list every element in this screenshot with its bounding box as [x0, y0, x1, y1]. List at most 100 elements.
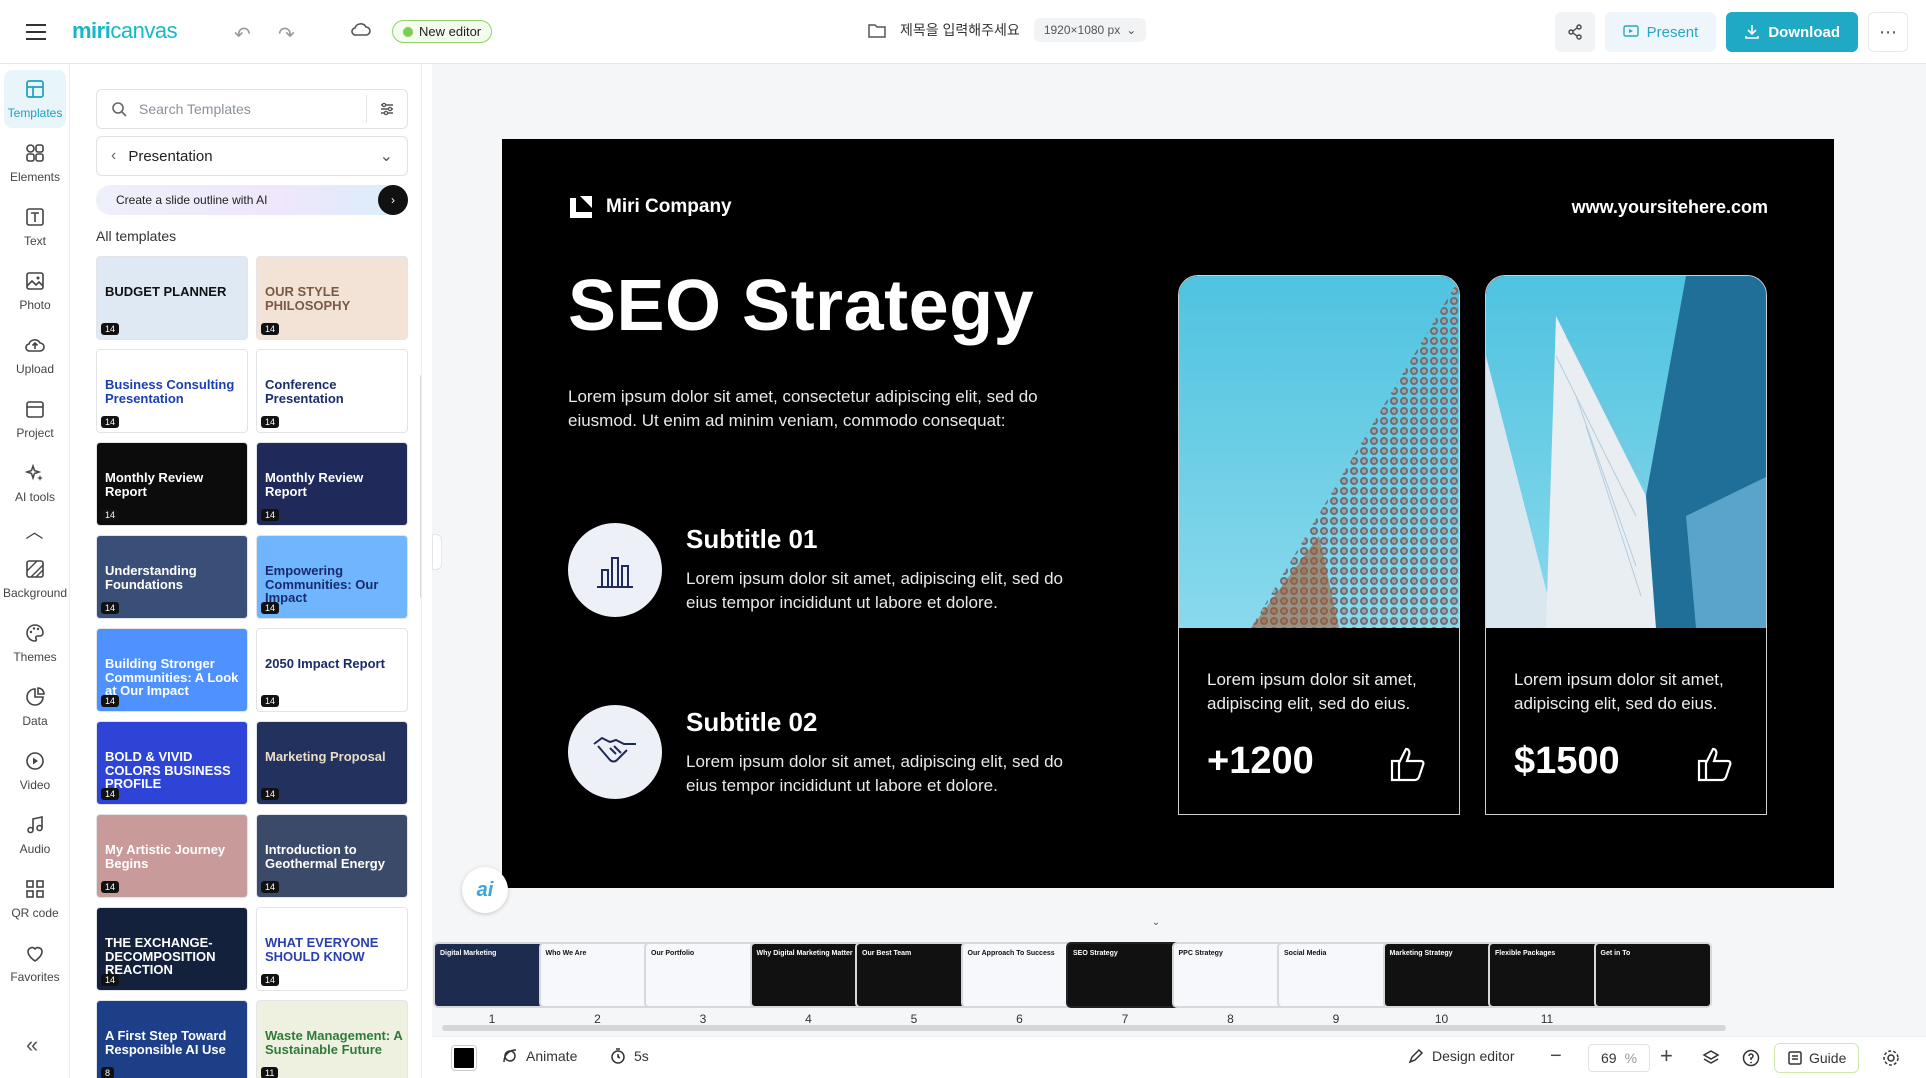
slide-thumbnail[interactable]: Digital Marketing: [433, 942, 551, 1008]
card-1-text[interactable]: Lorem ipsum dolor sit amet, adipiscing e…: [1207, 668, 1437, 716]
panel-scrollbar[interactable]: [420, 374, 421, 599]
settings-icon[interactable]: [1882, 1049, 1900, 1067]
nav-ai-tools[interactable]: AI tools: [4, 454, 66, 512]
building-photo-1[interactable]: [1179, 276, 1459, 628]
card-2-value[interactable]: $1500: [1514, 740, 1620, 783]
share-button[interactable]: [1554, 12, 1595, 52]
slide-thumbnail[interactable]: SEO Strategy: [1066, 942, 1184, 1008]
slide-thumbnail[interactable]: Who We Are: [538, 942, 657, 1008]
collapse-filmstrip-icon[interactable]: ⌄: [1140, 914, 1172, 930]
collapse-sidebar-icon[interactable]: «: [26, 1032, 38, 1058]
subtitle-2[interactable]: Subtitle 02: [686, 707, 817, 738]
help-icon[interactable]: [1742, 1049, 1760, 1067]
slide-thumbnail[interactable]: Why Digital Marketing Matter: [749, 942, 868, 1008]
template-card[interactable]: Marketing Proposal 14: [256, 721, 408, 805]
template-card[interactable]: OUR STYLE PHILOSOPHY 14: [256, 256, 408, 340]
subtitle-1[interactable]: Subtitle 01: [686, 524, 817, 555]
slide-thumbnail[interactable]: Marketing Strategy: [1382, 942, 1501, 1008]
template-card[interactable]: Business Consulting Presentation 14: [96, 349, 248, 433]
nav-qr-code[interactable]: QR code: [4, 870, 66, 928]
template-card[interactable]: Monthly Review Report 14: [96, 442, 248, 526]
template-search[interactable]: Search Templates: [96, 89, 408, 129]
guide-button[interactable]: Guide: [1774, 1043, 1860, 1073]
duration-button[interactable]: 5s: [610, 1048, 649, 1064]
template-card[interactable]: BOLD & VIVID COLORS BUSINESS PROFILE 14: [96, 721, 248, 805]
slide-thumbnail[interactable]: Our Approach To Success: [960, 942, 1079, 1008]
nav-elements[interactable]: Elements: [4, 134, 66, 192]
animate-button[interactable]: Animate: [502, 1048, 577, 1064]
template-card[interactable]: Monthly Review Report 14: [256, 442, 408, 526]
nav-upload[interactable]: Upload: [4, 326, 66, 384]
slide-thumbnail[interactable]: Social Media: [1277, 942, 1395, 1008]
arrow-right-icon[interactable]: ›: [378, 185, 408, 215]
zoom-out-icon[interactable]: −: [1550, 1045, 1562, 1068]
template-card[interactable]: Conference Presentation 14: [256, 349, 408, 433]
menu-icon[interactable]: [24, 20, 48, 44]
category-select[interactable]: ‹ Presentation ⌄: [96, 136, 408, 176]
ai-outline-banner[interactable]: Create a slide outline with AI ›: [96, 185, 408, 215]
template-card[interactable]: My Artistic Journey Begins 14: [96, 814, 248, 898]
collapse-up-icon[interactable]: ︿: [0, 518, 69, 544]
nav-video[interactable]: Video: [4, 742, 66, 800]
nav-background[interactable]: Background: [3, 550, 67, 608]
slide-intro-text[interactable]: Lorem ipsum dolor sit amet, consectetur …: [568, 385, 1068, 433]
nav-themes[interactable]: Themes: [4, 614, 66, 672]
background-color-swatch[interactable]: [452, 1046, 476, 1070]
layers-icon[interactable]: [1702, 1049, 1720, 1067]
slide-title[interactable]: SEO Strategy: [568, 265, 1034, 347]
cloud-save-icon[interactable]: [350, 20, 372, 43]
template-card[interactable]: Introduction to Geothermal Energy 14: [256, 814, 408, 898]
thumbs-up-icon[interactable]: [1696, 746, 1734, 782]
building-photo-2[interactable]: [1486, 276, 1766, 628]
filter-icon[interactable]: [379, 101, 395, 117]
template-card[interactable]: THE EXCHANGE-DECOMPOSITION REACTION 14: [96, 907, 248, 991]
nav-favorites[interactable]: Favorites: [4, 934, 66, 992]
company-logo[interactable]: Miri Company: [568, 194, 732, 220]
redo-icon[interactable]: ↷: [278, 22, 295, 47]
nav-data[interactable]: Data: [4, 678, 66, 736]
slide-canvas[interactable]: Miri Company www.yoursitehere.com SEO St…: [502, 139, 1834, 888]
filmstrip-scrollbar[interactable]: [442, 1025, 1726, 1031]
zoom-input[interactable]: 69 %: [1588, 1044, 1650, 1072]
template-card[interactable]: A First Step Toward Responsible AI Use 8: [96, 1000, 248, 1078]
template-card[interactable]: 2050 Impact Report 14: [256, 628, 408, 712]
present-button[interactable]: Present: [1604, 12, 1717, 52]
new-editor-badge[interactable]: New editor: [392, 20, 493, 43]
slide-thumbnail[interactable]: PPC Strategy: [1171, 942, 1290, 1008]
folder-icon[interactable]: [868, 22, 886, 38]
subtitle-2-text[interactable]: Lorem ipsum dolor sit amet, adipiscing e…: [686, 750, 1086, 798]
undo-icon[interactable]: ↶: [234, 22, 251, 47]
template-card[interactable]: BUDGET PLANNER 14: [96, 256, 248, 340]
template-card[interactable]: WHAT EVERYONE SHOULD KNOW 14: [256, 907, 408, 991]
nav-templates[interactable]: Templates: [4, 70, 66, 128]
template-card[interactable]: Waste Management: A Sustainable Future 11: [256, 1000, 408, 1078]
template-card[interactable]: Building Stronger Communities: A Look at…: [96, 628, 248, 712]
handshake-icon-circle[interactable]: [568, 705, 662, 799]
bar-chart-icon-circle[interactable]: [568, 523, 662, 617]
panel-resize-handle[interactable]: [432, 534, 442, 570]
zoom-in-icon[interactable]: +: [1660, 1043, 1673, 1069]
more-options-button[interactable]: ⋯: [1868, 12, 1908, 52]
canvas-size-select[interactable]: 1920×1080 px ⌄: [1033, 18, 1147, 42]
stat-card-1[interactable]: Lorem ipsum dolor sit amet, adipiscing e…: [1178, 275, 1460, 815]
template-card[interactable]: Understanding Foundations 14: [96, 535, 248, 619]
slide-url[interactable]: www.yoursitehere.com: [1572, 197, 1768, 218]
nav-project[interactable]: Project: [4, 390, 66, 448]
template-card[interactable]: Empowering Communities: Our Impact 14: [256, 535, 408, 619]
document-title[interactable]: 제목을 입력해주세요: [900, 20, 1020, 40]
card-1-value[interactable]: +1200: [1207, 740, 1314, 783]
nav-photo[interactable]: Photo: [4, 262, 66, 320]
ai-assistant-button[interactable]: ai: [462, 867, 508, 913]
design-editor-button[interactable]: Design editor: [1408, 1048, 1515, 1064]
slide-thumbnail[interactable]: Our Best Team: [855, 942, 973, 1008]
download-button[interactable]: Download: [1726, 12, 1858, 52]
subtitle-1-text[interactable]: Lorem ipsum dolor sit amet, adipiscing e…: [686, 567, 1086, 615]
slide-thumbnail[interactable]: Get in To: [1593, 942, 1712, 1008]
search-input[interactable]: Search Templates: [139, 101, 366, 117]
stat-card-2[interactable]: Lorem ipsum dolor sit amet, adipiscing e…: [1485, 275, 1767, 815]
thumbs-up-icon[interactable]: [1389, 746, 1427, 782]
back-icon[interactable]: ‹: [111, 147, 116, 165]
slide-thumbnail[interactable]: Flexible Packages: [1488, 942, 1606, 1008]
nav-audio[interactable]: Audio: [4, 806, 66, 864]
app-logo[interactable]: miricanvas: [72, 18, 178, 44]
